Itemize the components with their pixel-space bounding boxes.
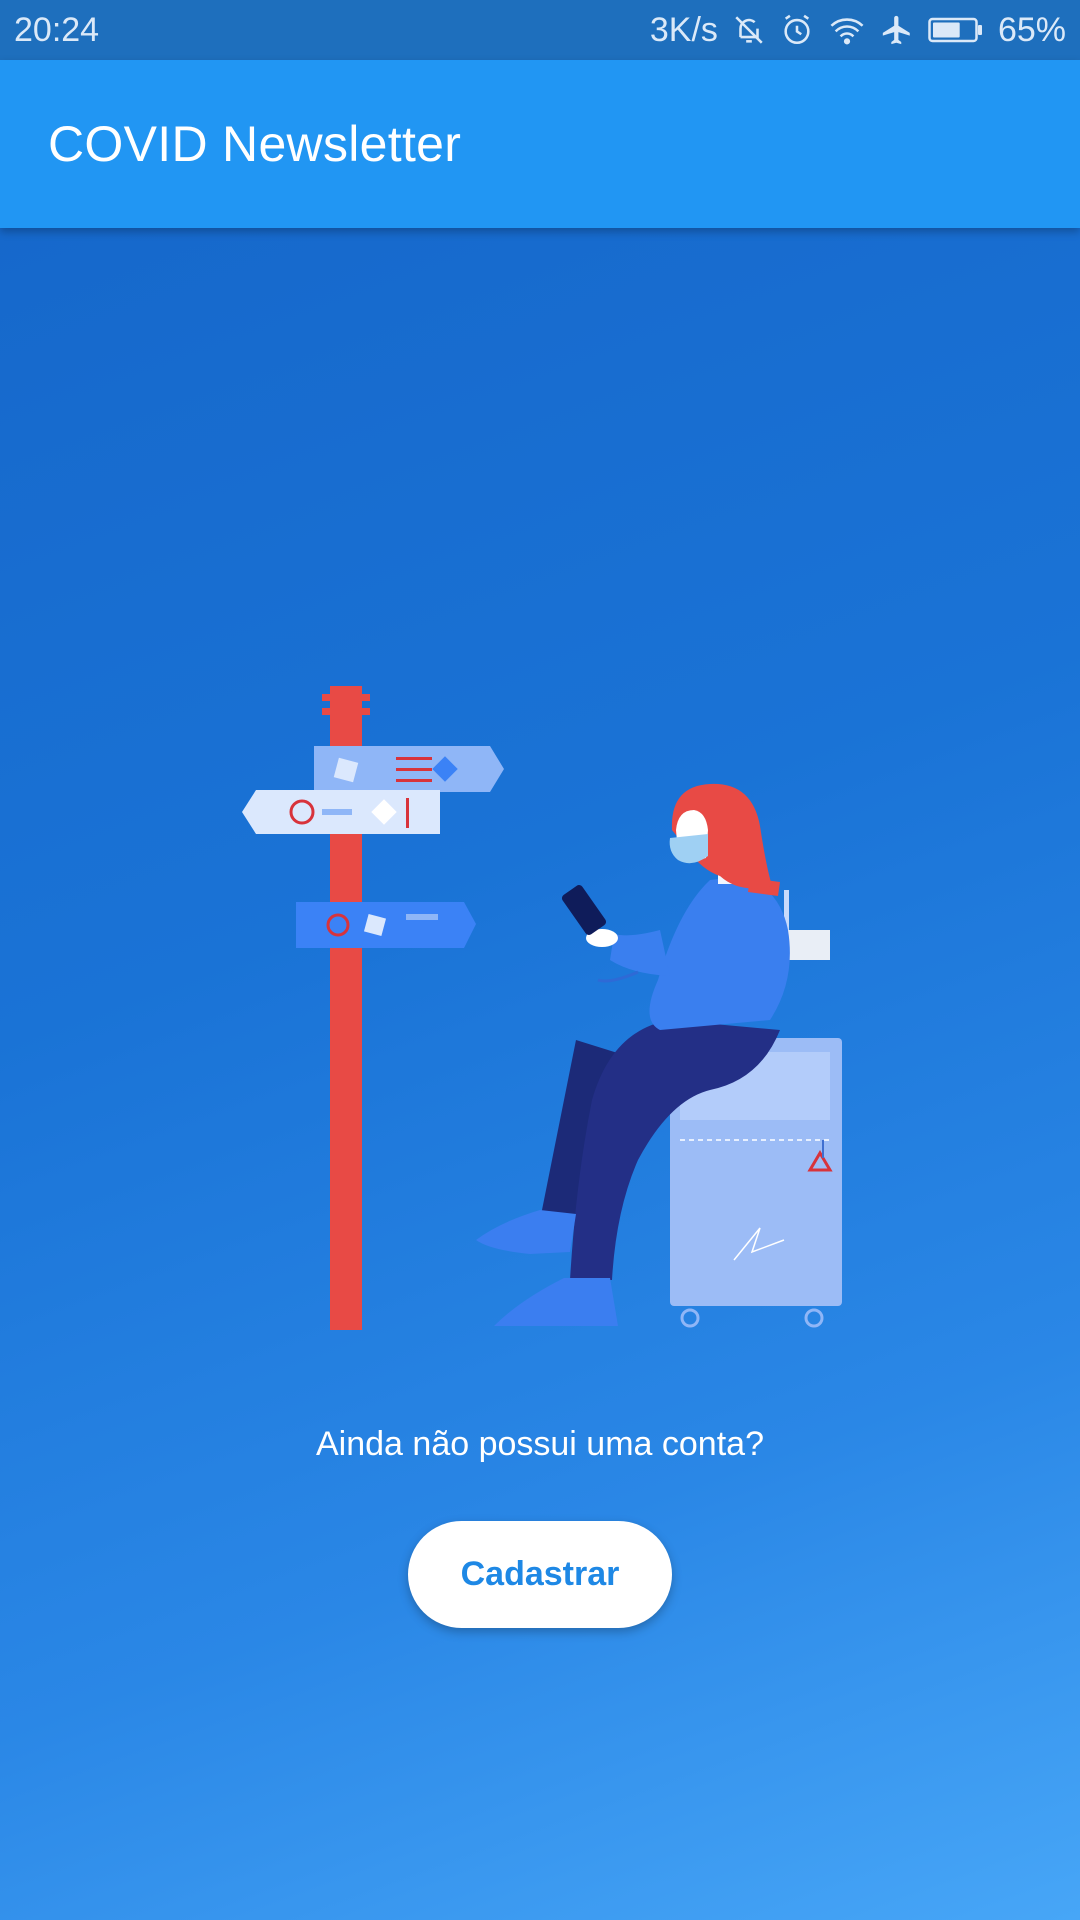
illustration (242, 686, 842, 1330)
status-icons: 3K/s 65% (650, 11, 1066, 50)
network-speed: 3K/s (649, 10, 718, 49)
app-bar: COVID Newsletter (0, 60, 1080, 228)
battery-icon (928, 15, 984, 45)
airplane-icon (880, 13, 914, 47)
app-title: COVID Newsletter (48, 116, 462, 172)
status-time: 20:24 (14, 10, 100, 49)
wifi-icon (828, 13, 866, 47)
signpost-illustration (242, 686, 504, 1330)
account-prompt-text: Ainda não possui uma conta? (316, 1425, 764, 1463)
screen: 20:24 3K/s 65% COVID Newsletter Ainda nã… (0, 0, 1080, 1920)
alarm-icon (780, 13, 814, 47)
battery-percent: 65% (997, 10, 1066, 49)
signup-button[interactable]: Cadastrar (408, 1521, 672, 1628)
status-bar: 20:24 3K/s 65% (0, 0, 1080, 60)
bell-off-icon (732, 13, 766, 47)
